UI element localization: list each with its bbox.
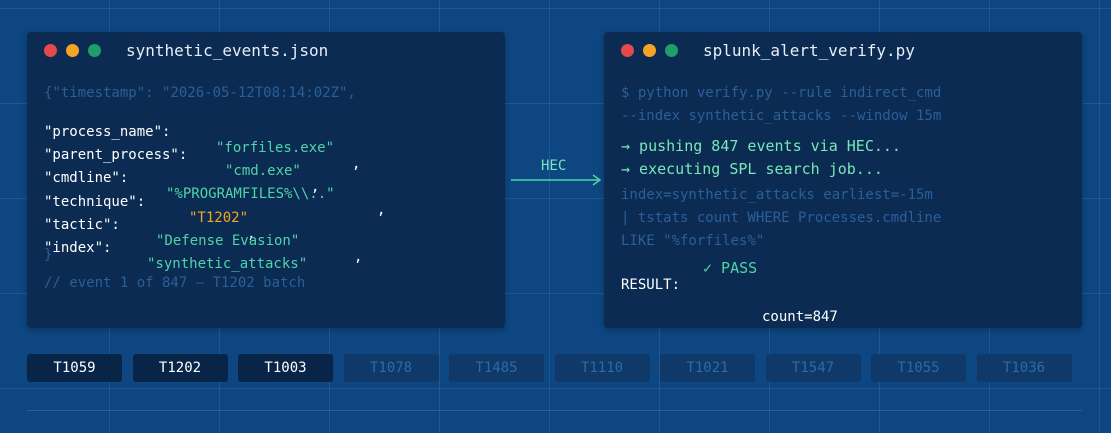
maximize-window-icon[interactable] xyxy=(88,44,101,57)
spl-query-line-1: index=synthetic_attacks earliest=-15m xyxy=(621,187,933,203)
divider xyxy=(27,410,1082,411)
spl-query-line-3: LIKE "%forfiles%" xyxy=(621,233,765,249)
command-args-line: --index synthetic_attacks --window 15m xyxy=(621,108,942,124)
step-execute-search: → executing SPL search job... xyxy=(621,160,883,178)
technique-tag[interactable]: T1055 xyxy=(871,354,966,382)
json-comment: // event 1 of 847 — T1202 batch xyxy=(44,275,306,291)
json-key: "index": xyxy=(44,240,112,256)
json-line-parent-process: "parent_process": "cmd.exe" , xyxy=(27,131,505,195)
technique-tag[interactable]: T1202 xyxy=(132,354,228,382)
json-value: "synthetic_attacks" xyxy=(147,256,308,272)
right-arrow-icon xyxy=(511,174,602,186)
json-line-process-name: "process_name": "forfiles.exe" , xyxy=(27,108,505,172)
technique-tag[interactable]: T1547 xyxy=(765,354,861,382)
json-line-tactic: "tactic": "Defense Evasion" , xyxy=(27,201,505,265)
result-count: count=847 xyxy=(762,309,838,325)
json-comma: , xyxy=(354,249,363,265)
minimize-window-icon[interactable] xyxy=(643,44,656,57)
technique-tag[interactable]: T1059 xyxy=(27,354,122,382)
minimize-window-icon[interactable] xyxy=(66,44,79,57)
technique-tag[interactable]: T1003 xyxy=(238,354,333,382)
technique-tag[interactable]: T1485 xyxy=(449,354,544,382)
json-open-line: {"timestamp": "2026-05-12T08:14:02Z", xyxy=(44,85,356,101)
technique-tag[interactable]: T1078 xyxy=(343,354,439,382)
result-label: RESULT: xyxy=(621,277,681,293)
step-push-events: → pushing 847 events via HEC... xyxy=(621,137,901,155)
technique-tag[interactable]: T1110 xyxy=(554,354,650,382)
json-line-technique: "technique": "T1202" , xyxy=(27,178,505,242)
synthetic-events-window: synthetic_events.json {"timestamp": "202… xyxy=(27,32,505,328)
json-line-index: "index": "synthetic_attacks" xyxy=(27,224,505,272)
close-window-icon[interactable] xyxy=(621,44,634,57)
close-window-icon[interactable] xyxy=(44,44,57,57)
pass-status: ✓ PASS xyxy=(703,259,758,277)
window-title: synthetic_events.json xyxy=(126,41,329,60)
result-line: RESULT: ✓ PASS count=847 xyxy=(604,259,1082,325)
window-title: splunk_alert_verify.py xyxy=(703,41,915,60)
technique-tag[interactable]: T1021 xyxy=(660,354,755,382)
spl-query-line-2: | tstats count WHERE Processes.cmdline xyxy=(621,210,942,226)
maximize-window-icon[interactable] xyxy=(665,44,678,57)
splunk-alert-verify-window: splunk_alert_verify.py $ python verify.p… xyxy=(604,32,1082,328)
technique-tag[interactable]: T1036 xyxy=(976,354,1072,382)
command-line: $ python verify.py --rule indirect_cmd xyxy=(621,85,942,101)
json-close-brace: } xyxy=(44,247,53,263)
json-line-cmdline: "cmdline": "%PROGRAMFILES%\\.." , xyxy=(27,154,505,218)
